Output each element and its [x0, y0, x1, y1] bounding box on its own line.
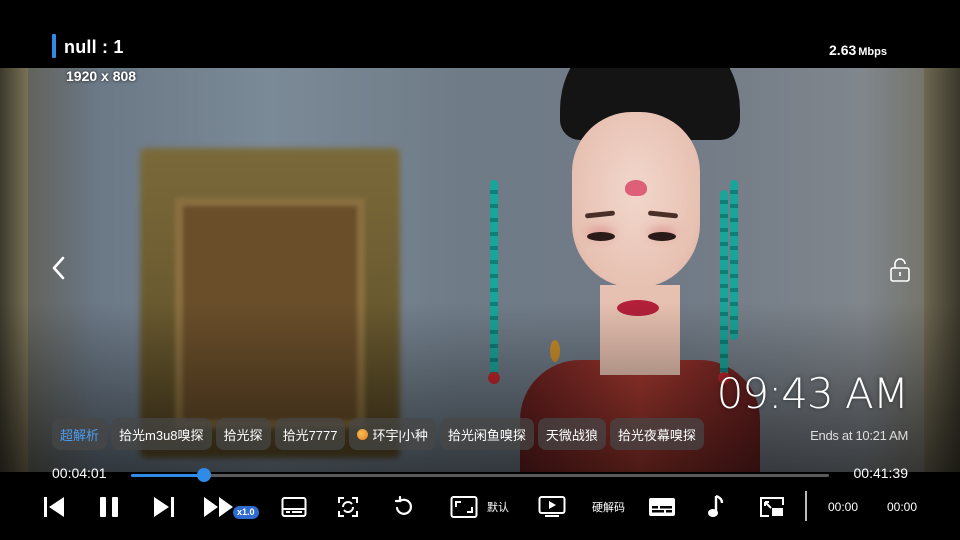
clock: 09:43 AM	[716, 369, 909, 418]
scene-pillar-left	[0, 68, 28, 472]
fast-forward-icon[interactable]	[202, 492, 236, 522]
source-chip-6[interactable]: 天微战狼	[537, 418, 606, 450]
seek-bar-thumb[interactable]	[196, 468, 211, 482]
playback-speed-badge[interactable]: x1.0	[233, 506, 259, 519]
source-chip-0[interactable]: 超解析	[52, 418, 108, 450]
video-resolution: 1920 x 808	[66, 68, 137, 84]
source-chip-1[interactable]: 拾光m3u8嗅探	[111, 418, 212, 450]
network-speed-value: 2.63	[829, 42, 857, 58]
source-chip-3[interactable]: 拾光7777	[274, 418, 346, 450]
skip-next-icon[interactable]	[150, 492, 178, 522]
player-type-icon[interactable]	[538, 492, 566, 522]
chevron-left-icon[interactable]	[46, 254, 74, 282]
source-chip-4[interactable]: 环宇|小种	[349, 418, 436, 450]
video-title: null : 1	[64, 37, 124, 57]
title-accent-bar	[52, 34, 56, 58]
top-bar: null : 1 2.63 Mbps	[0, 0, 960, 68]
unlock-icon[interactable]	[886, 256, 914, 284]
picture-in-picture-icon[interactable]	[759, 492, 785, 522]
ending-skip-time[interactable]: 00:00	[887, 500, 917, 514]
scene-background-panel	[175, 198, 365, 428]
pause-icon[interactable]	[96, 492, 122, 522]
subtitles-icon[interactable]	[648, 492, 676, 522]
controls-divider	[805, 491, 807, 521]
source-chip-7[interactable]: 拾光夜幕嗅探	[609, 418, 704, 450]
scale-mode-label[interactable]: 默认	[487, 499, 509, 515]
replay-icon[interactable]	[391, 492, 417, 522]
source-chip-2[interactable]: 拾光探	[215, 418, 271, 450]
current-time: 00:04:01	[52, 465, 107, 481]
decoder-label[interactable]: 硬解码	[592, 499, 625, 515]
seek-bar[interactable]	[131, 468, 829, 482]
ends-at: Ends at 10:21 AM	[810, 428, 908, 443]
network-speed-unit: Mbps	[858, 46, 887, 58]
source-chip-5[interactable]: 拾光闲鱼嗅探	[439, 418, 534, 450]
aspect-ratio-icon[interactable]	[450, 492, 478, 522]
network-speed: 2.63 Mbps	[829, 42, 887, 58]
seek-bar-progress	[131, 474, 204, 477]
source-list: 超解析 拾光m3u8嗅探 拾光探 拾光7777 环宇|小种 拾光闲鱼嗅探 天微战…	[52, 418, 704, 450]
scene-pillar-right	[924, 68, 960, 472]
control-bar	[0, 472, 960, 540]
total-time: 00:41:39	[853, 465, 909, 481]
skip-previous-icon[interactable]	[40, 492, 68, 522]
sun-emoji-icon	[357, 428, 369, 440]
opening-skip-time[interactable]: 00:00	[828, 500, 858, 514]
subtitle-panel-icon[interactable]	[281, 492, 307, 522]
rotate-screen-icon[interactable]	[336, 492, 360, 522]
audio-track-icon[interactable]	[704, 492, 728, 522]
